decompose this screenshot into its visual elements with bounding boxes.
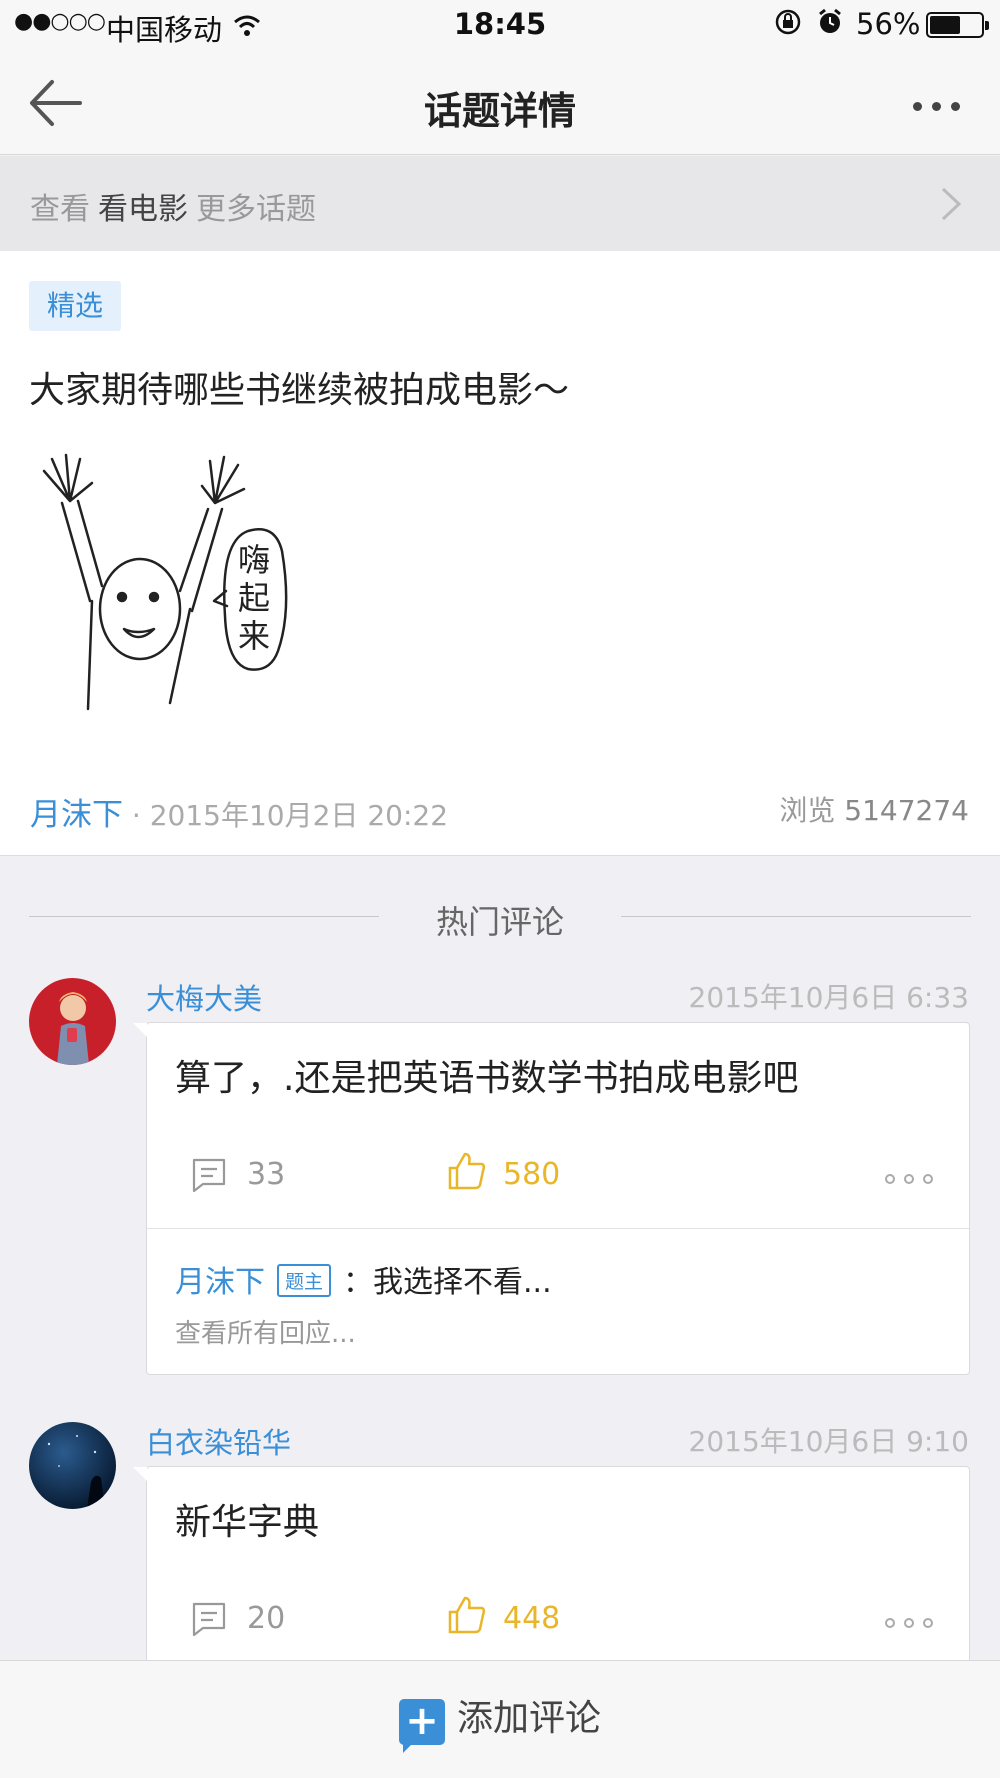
comment-date: 2015年10月6日 9:10 bbox=[688, 1425, 969, 1458]
comment-card: 算了，.还是把英语书数学书拍成电影吧 33 580 月沫下 题主 ：我选择不看...… bbox=[133, 1022, 970, 1376]
reply-count: 33 bbox=[247, 1157, 286, 1192]
post-meta: 月沫下 · 2015年10月2日 20:22 bbox=[30, 789, 448, 834]
post-datetime: 2015年10月2日 20:22 bbox=[149, 799, 449, 832]
topic-link-bar[interactable]: 查看 看电影 更多话题 bbox=[0, 156, 1000, 251]
add-comment-button[interactable]: + 添加评论 bbox=[0, 1689, 1000, 1753]
reply-author[interactable]: 月沫下 bbox=[175, 1265, 265, 1300]
comment-options-button[interactable] bbox=[876, 1169, 933, 1188]
comment-replies[interactable]: 月沫下 题主 ：我选择不看... 查看所有回应... bbox=[147, 1228, 969, 1376]
topic-post: 精选 大家期待哪些书继续被拍成电影～ 嗨 起 来 月沫下 · 2015年10月2… bbox=[0, 251, 1000, 856]
add-comment-label: 添加评论 bbox=[456, 1698, 601, 1739]
more-dots-icon bbox=[885, 1618, 895, 1628]
bottom-bar: + 添加评论 bbox=[0, 1660, 1000, 1778]
section-title: 热门评论 bbox=[435, 903, 564, 941]
page-title: 话题详情 bbox=[423, 89, 576, 133]
avatar[interactable] bbox=[29, 978, 116, 1065]
reply-preview: 月沫下 题主 ：我选择不看... bbox=[175, 1257, 552, 1301]
clock-time: 18:45 bbox=[453, 7, 547, 41]
comment-actions: 20 448 bbox=[147, 1591, 969, 1651]
battery-icon bbox=[926, 12, 989, 38]
chevron-right-icon bbox=[941, 187, 962, 221]
avatar[interactable] bbox=[29, 1422, 116, 1509]
battery-fill bbox=[930, 16, 961, 34]
topic-owner-tag: 题主 bbox=[277, 1264, 332, 1297]
comment-text: 新华字典 bbox=[175, 1502, 320, 1543]
view-count: 浏览 5147274 bbox=[779, 789, 969, 829]
see-all-replies-link[interactable]: 查看所有回应... bbox=[175, 1313, 356, 1350]
views-number: 5147274 bbox=[844, 794, 969, 827]
post-author[interactable]: 月沫下 bbox=[30, 797, 123, 833]
bubble-char-3: 来 bbox=[238, 617, 270, 655]
topic-link-name: 看电影 bbox=[98, 192, 188, 227]
comment-actions: 33 580 bbox=[147, 1147, 969, 1207]
more-dots-icon bbox=[913, 102, 922, 111]
bubble-char-1: 嗨 bbox=[238, 541, 270, 579]
views-label: 浏览 bbox=[779, 794, 836, 827]
comment-options-button[interactable] bbox=[876, 1613, 933, 1632]
cheering-stickman-image[interactable]: 嗨 起 来 bbox=[30, 441, 330, 751]
bubble-char-2: 起 bbox=[238, 579, 270, 617]
hot-comments-header: 热门评论 bbox=[0, 897, 1000, 941]
featured-badge: 精选 bbox=[29, 281, 121, 331]
battery-percent: 56% bbox=[856, 7, 921, 41]
divider-right bbox=[621, 916, 971, 917]
status-bar: ●●○○○ 中国移动 18:45 56% bbox=[0, 0, 1000, 50]
reply-count: 20 bbox=[247, 1601, 286, 1636]
reply-text: 我选择不看... bbox=[373, 1265, 552, 1300]
alarm-icon bbox=[816, 8, 844, 43]
comment-item: 白衣染铅华 2015年10月6日 9:10 新华字典 20 448 bbox=[0, 1420, 1000, 1726]
meta-separator: · bbox=[131, 799, 141, 832]
thumbs-up-icon[interactable] bbox=[447, 1595, 487, 1635]
comment-date: 2015年10月6日 6:33 bbox=[688, 981, 969, 1014]
reply-icon[interactable] bbox=[191, 1601, 227, 1637]
reply-icon[interactable] bbox=[191, 1157, 227, 1193]
comment-text: 算了，.还是把英语书数学书拍成电影吧 bbox=[175, 1058, 799, 1099]
thumbs-up-icon[interactable] bbox=[447, 1151, 487, 1191]
topic-link-suffix: 更多话题 bbox=[196, 192, 316, 227]
topic-link-prefix: 查看 bbox=[30, 192, 90, 227]
navigation-bar: 话题详情 bbox=[0, 50, 1000, 155]
comment-item: 大梅大美 2015年10月6日 6:33 算了，.还是把英语书数学书拍成电影吧 … bbox=[0, 978, 1000, 1398]
add-comment-icon: + bbox=[398, 1699, 445, 1753]
post-headline: 大家期待哪些书继续被拍成电影～ bbox=[29, 370, 570, 411]
rotation-lock-icon bbox=[774, 8, 802, 43]
like-count: 580 bbox=[503, 1157, 561, 1192]
more-button[interactable] bbox=[903, 96, 960, 115]
commenter-name[interactable]: 白衣染铅华 bbox=[146, 1420, 291, 1462]
reply-colon: ： bbox=[343, 1265, 374, 1300]
commenter-name[interactable]: 大梅大美 bbox=[146, 976, 262, 1018]
more-dots-icon bbox=[885, 1174, 895, 1184]
like-count: 448 bbox=[503, 1601, 561, 1636]
